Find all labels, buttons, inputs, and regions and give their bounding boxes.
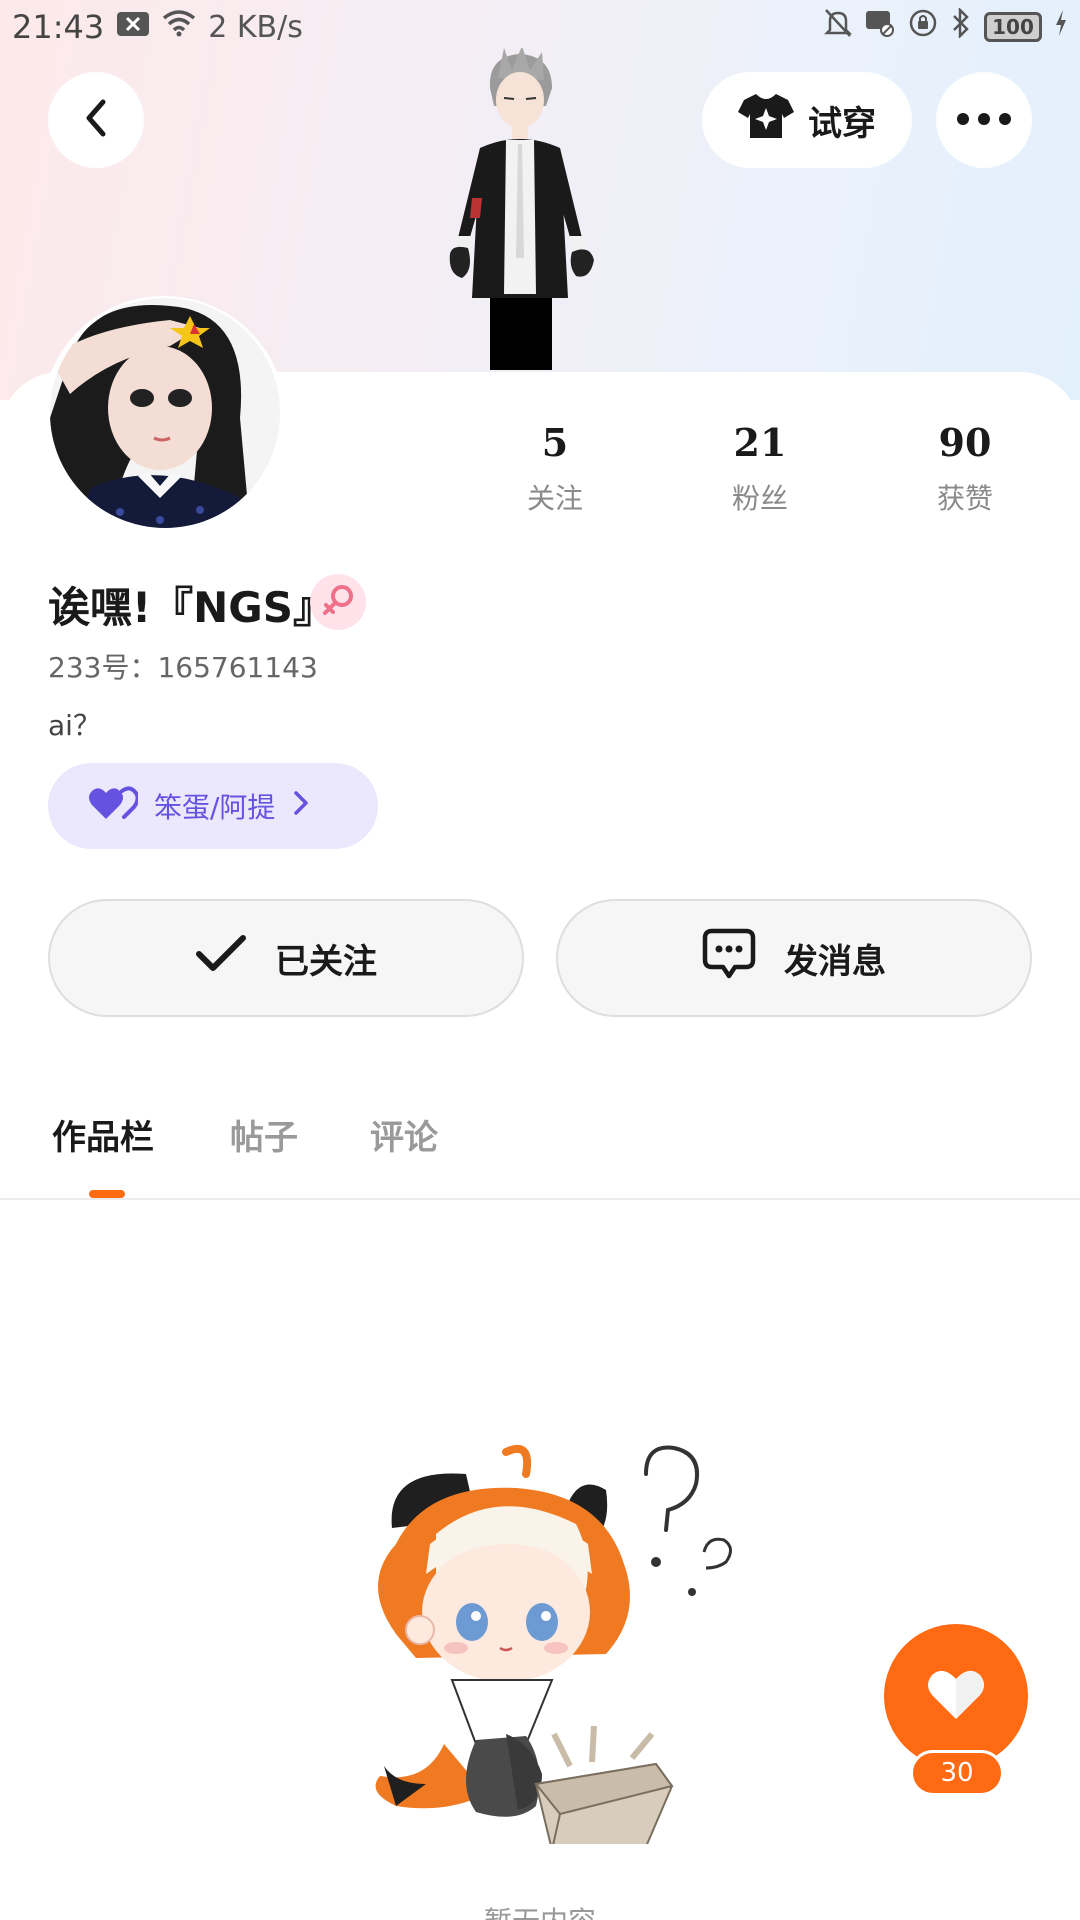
username: 诶嘿!『NGS』 [48, 583, 336, 632]
more-options-button[interactable] [936, 72, 1032, 168]
likes-count: 90 [938, 420, 992, 465]
avatar[interactable] [50, 298, 280, 528]
empty-state-text: 暂无内容 [0, 1900, 1080, 1920]
avatar-3d-character[interactable] [440, 46, 620, 370]
more-dots-icon [956, 111, 1012, 130]
check-icon [195, 934, 247, 983]
tab-comments[interactable]: 评论 [370, 1110, 438, 1159]
heart-icon [926, 1667, 986, 1725]
stat-following[interactable]: 5 关注 [480, 420, 630, 517]
like-button[interactable] [884, 1624, 1028, 1768]
profile-stats: 5 关注 21 粉丝 90 获赞 [480, 420, 1040, 520]
like-count-badge: 30 [910, 1750, 1004, 1796]
profile-tabs: 作品栏 帖子 评论 [0, 1100, 1080, 1200]
notification-x-icon [116, 10, 150, 45]
try-on-button[interactable]: 试穿 [702, 72, 912, 168]
bluetooth-icon [950, 6, 972, 46]
battery-icon: 100 [984, 12, 1042, 42]
followed-button[interactable]: 已关注 [48, 899, 524, 1017]
following-count: 5 [541, 420, 569, 465]
user-id: 233号：165761143 [48, 651, 318, 684]
relationship-tag[interactable]: 笨蛋/阿提 [48, 763, 378, 849]
shirt-sparkle-icon [738, 92, 794, 149]
rotation-lock-icon [908, 8, 938, 46]
send-message-button[interactable]: 发消息 [556, 899, 1032, 1017]
tab-posts[interactable]: 帖子 [230, 1110, 298, 1159]
message-blocked-icon [864, 8, 896, 46]
wifi-icon [162, 9, 196, 45]
try-on-label: 试穿 [808, 103, 876, 144]
back-button[interactable] [48, 72, 144, 168]
chevron-left-icon [79, 98, 113, 142]
double-heart-icon [88, 785, 140, 828]
status-bar: 21:43 2 KB/s 100 [0, 0, 1080, 52]
following-label: 关注 [526, 482, 583, 515]
followers-count: 21 [733, 420, 787, 465]
charging-icon [1054, 9, 1068, 45]
chat-bubble-icon [702, 928, 756, 989]
female-icon [320, 582, 356, 622]
chevron-right-icon [291, 789, 311, 824]
likes-label: 获赞 [936, 482, 993, 515]
followers-label: 粉丝 [731, 482, 788, 515]
gender-badge [310, 574, 366, 630]
tab-works[interactable]: 作品栏 [52, 1110, 154, 1159]
mute-bell-icon [823, 8, 853, 46]
relationship-tag-label: 笨蛋/阿提 [154, 791, 276, 824]
followed-label: 已关注 [275, 941, 377, 982]
empty-state-illustration [356, 1444, 756, 1858]
status-time: 21:43 [12, 8, 105, 46]
active-tab-indicator [89, 1190, 125, 1198]
stat-followers[interactable]: 21 粉丝 [685, 420, 835, 517]
network-speed: 2 KB/s [208, 9, 303, 45]
user-bio: ai？ [48, 709, 101, 742]
send-message-label: 发消息 [784, 941, 886, 982]
stat-likes[interactable]: 90 获赞 [890, 420, 1040, 517]
